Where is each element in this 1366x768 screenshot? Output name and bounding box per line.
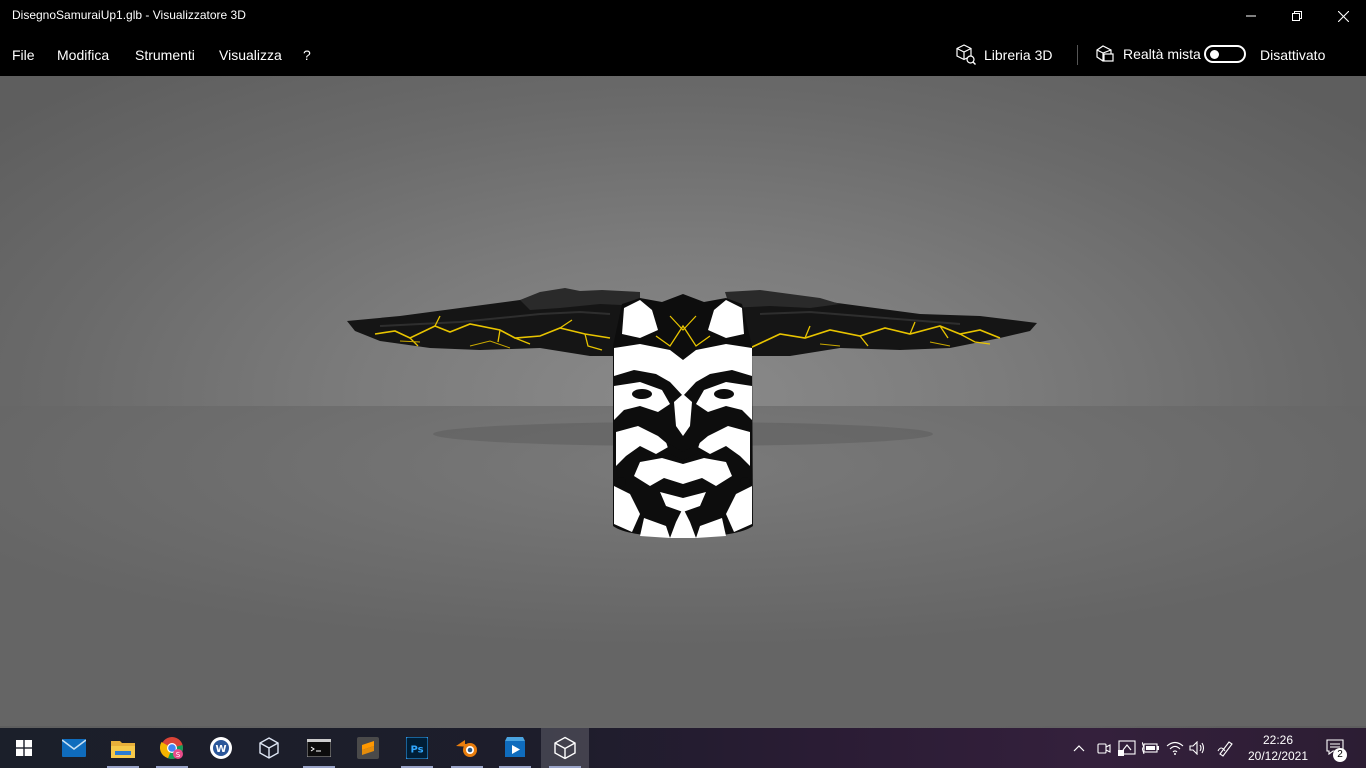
- taskbar-file-explorer[interactable]: [99, 728, 147, 768]
- speaker-icon: [1189, 741, 1205, 755]
- tray-usb[interactable]: [1117, 738, 1137, 758]
- word-icon: W: [210, 737, 232, 759]
- 3d-viewer-icon: [554, 736, 576, 760]
- tray-volume[interactable]: [1188, 738, 1208, 758]
- taskbar-virtualbox[interactable]: [245, 728, 293, 768]
- tray-meet-now[interactable]: [1094, 738, 1114, 758]
- menu-view[interactable]: Visualizza: [219, 47, 282, 63]
- folder-icon: [111, 741, 135, 758]
- mail-icon: [62, 739, 86, 757]
- mixed-reality-icon: [1096, 45, 1114, 62]
- menu-edit[interactable]: Modifica: [57, 47, 109, 63]
- library-3d-label: Libreria 3D: [984, 46, 1053, 63]
- taskbar-word[interactable]: W: [197, 728, 245, 768]
- chevron-up-icon: [1073, 745, 1085, 752]
- tray-overflow-button[interactable]: [1069, 738, 1089, 758]
- minimize-button[interactable]: [1228, 0, 1274, 32]
- terminal-icon: [307, 739, 331, 757]
- taskbar-clock[interactable]: 22:26 20/12/2021: [1244, 732, 1312, 764]
- taskbar-3d-viewer[interactable]: [541, 728, 589, 768]
- windows-logo-icon: [16, 740, 32, 756]
- restore-button[interactable]: [1274, 0, 1320, 32]
- photoshop-icon: Ps: [406, 737, 428, 759]
- camera-icon: [1097, 743, 1111, 754]
- start-button[interactable]: [0, 728, 48, 768]
- blender-icon: [456, 740, 477, 757]
- window-title: DisegnoSamuraiUp1.glb - Visualizzatore 3…: [12, 8, 246, 22]
- 3d-model-armor[interactable]: [340, 286, 1040, 616]
- pen-workspace-icon: [1217, 741, 1233, 757]
- mixed-reality-label: Realtà mista: [1123, 46, 1201, 62]
- play-icon: [505, 737, 525, 757]
- tray-pen[interactable]: [1216, 738, 1236, 758]
- chrome-icon: S: [160, 737, 183, 759]
- taskbar: S W Ps 22:26 20/12/2021 2: [0, 728, 1366, 768]
- toggle-knob: [1210, 50, 1219, 59]
- svg-text:S: S: [176, 751, 181, 759]
- svg-text:Ps: Ps: [410, 745, 423, 756]
- toolbar-divider: [1077, 45, 1078, 65]
- close-button[interactable]: [1320, 0, 1366, 32]
- taskbar-sublime[interactable]: [344, 728, 392, 768]
- sublime-icon: [357, 737, 379, 759]
- taskbar-mail[interactable]: [50, 728, 98, 768]
- minimize-icon: [1246, 15, 1256, 17]
- battery-charging-icon: [1142, 742, 1159, 754]
- mixed-reality-state: Disattivato: [1260, 47, 1326, 63]
- tray-battery[interactable]: [1141, 738, 1161, 758]
- menu-tools[interactable]: Strumenti: [135, 47, 195, 63]
- title-bar: DisegnoSamuraiUp1.glb - Visualizzatore 3…: [0, 0, 1366, 32]
- taskbar-terminal[interactable]: [295, 728, 343, 768]
- wifi-icon: [1166, 741, 1184, 755]
- tray-wifi[interactable]: [1165, 738, 1185, 758]
- notification-count-badge: 2: [1333, 748, 1347, 762]
- taskbar-chrome[interactable]: S: [148, 728, 196, 768]
- taskbar-blender[interactable]: [443, 728, 491, 768]
- cube-library-icon: [956, 44, 976, 65]
- menu-file[interactable]: File: [12, 47, 35, 63]
- mixed-reality-toggle[interactable]: [1204, 45, 1246, 63]
- usb-device-icon: [1118, 740, 1136, 756]
- svg-text:W: W: [215, 744, 226, 755]
- mixed-reality-button[interactable]: Realtà mista: [1095, 44, 1201, 64]
- 3d-viewport[interactable]: [0, 76, 1366, 728]
- taskbar-photoshop[interactable]: Ps: [393, 728, 441, 768]
- cube-wireframe-icon: [259, 737, 279, 759]
- taskbar-movies[interactable]: [491, 728, 539, 768]
- restore-icon: [1292, 11, 1302, 21]
- library-3d-button[interactable]: Libreria 3D: [955, 44, 1052, 65]
- clock-date: 20/12/2021: [1247, 749, 1309, 763]
- clock-time: 22:26: [1262, 733, 1294, 747]
- menu-help[interactable]: ?: [303, 47, 311, 63]
- close-icon: [1337, 10, 1349, 22]
